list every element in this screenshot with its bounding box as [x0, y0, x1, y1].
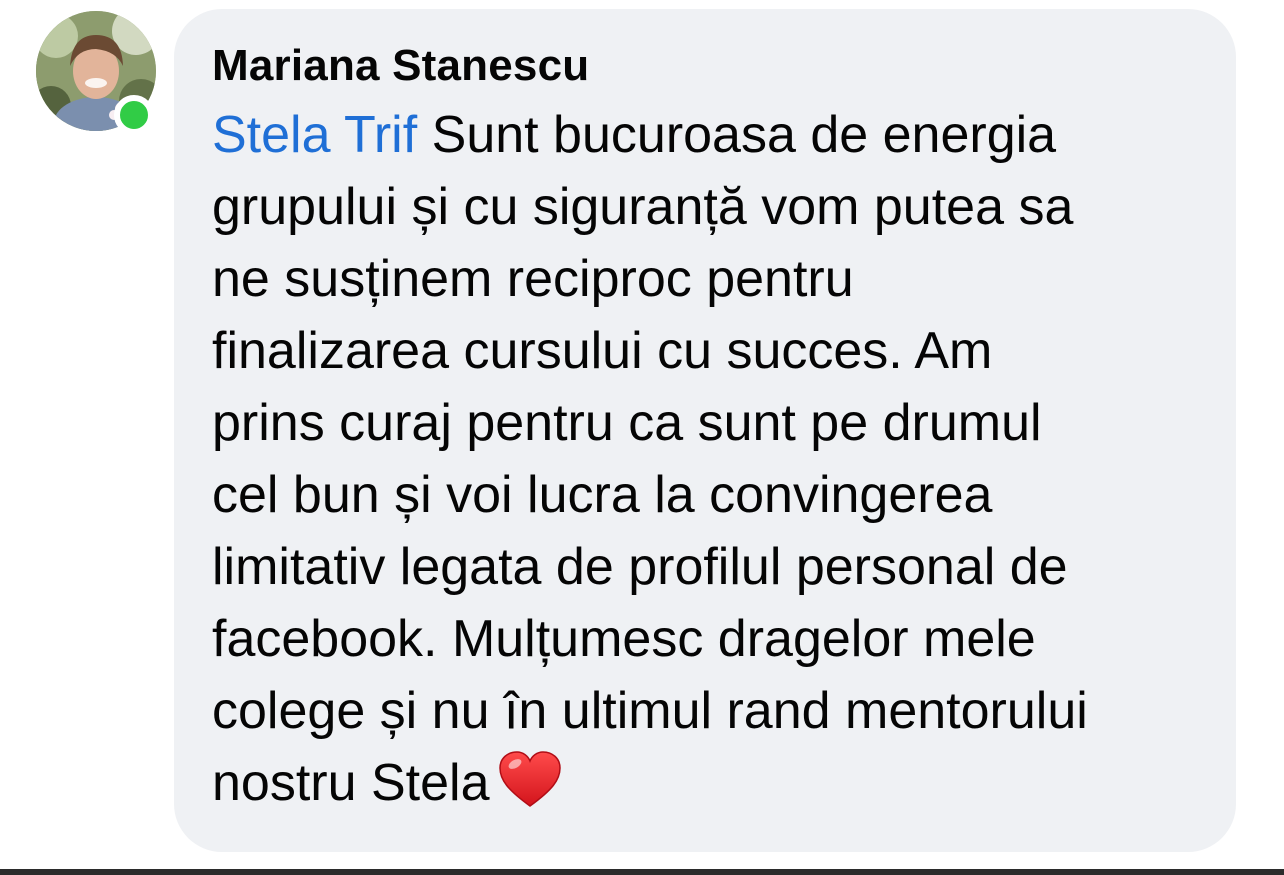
mention-link[interactable]: Stela Trif	[212, 106, 417, 164]
comment-line: Stela Trif Sunt bucuroasa de energia	[212, 99, 1216, 171]
comment-line: facebook. Mulțumesc dragelor mele	[212, 610, 1036, 668]
author-avatar-wrapper[interactable]	[36, 11, 156, 135]
comment-line-text: Sunt bucuroasa de energia	[417, 106, 1057, 164]
comment-line: colege și nu în ultimul rand mentorului	[212, 682, 1088, 740]
comment-line: grupului și cu siguranță vom putea sa	[212, 178, 1074, 236]
comment-line-text: nostru Stela	[212, 754, 490, 812]
comment-line: ne susținem reciproc pentru	[212, 250, 854, 308]
bottom-divider	[0, 869, 1284, 875]
online-status-indicator	[114, 95, 154, 135]
comment-text: Stela Trif Sunt bucuroasa de energia gru…	[212, 99, 1216, 829]
comment-line: nostru Stela	[212, 747, 1216, 829]
comment-author-name[interactable]: Mariana Stanescu	[212, 35, 1216, 97]
comment-line: cel bun și voi lucra la convingerea	[212, 466, 993, 524]
comment-screen: Mariana Stanescu Stela Trif Sunt bucuroa…	[0, 0, 1284, 875]
comment-bubble: Mariana Stanescu Stela Trif Sunt bucuroa…	[174, 9, 1236, 852]
comment-line: prins curaj pentru ca sunt pe drumul	[212, 394, 1042, 452]
comment-line: finalizarea cursului cu succes. Am	[212, 322, 993, 380]
comment-line: limitativ legata de profilul personal de	[212, 538, 1068, 596]
red-heart-icon	[498, 750, 562, 829]
